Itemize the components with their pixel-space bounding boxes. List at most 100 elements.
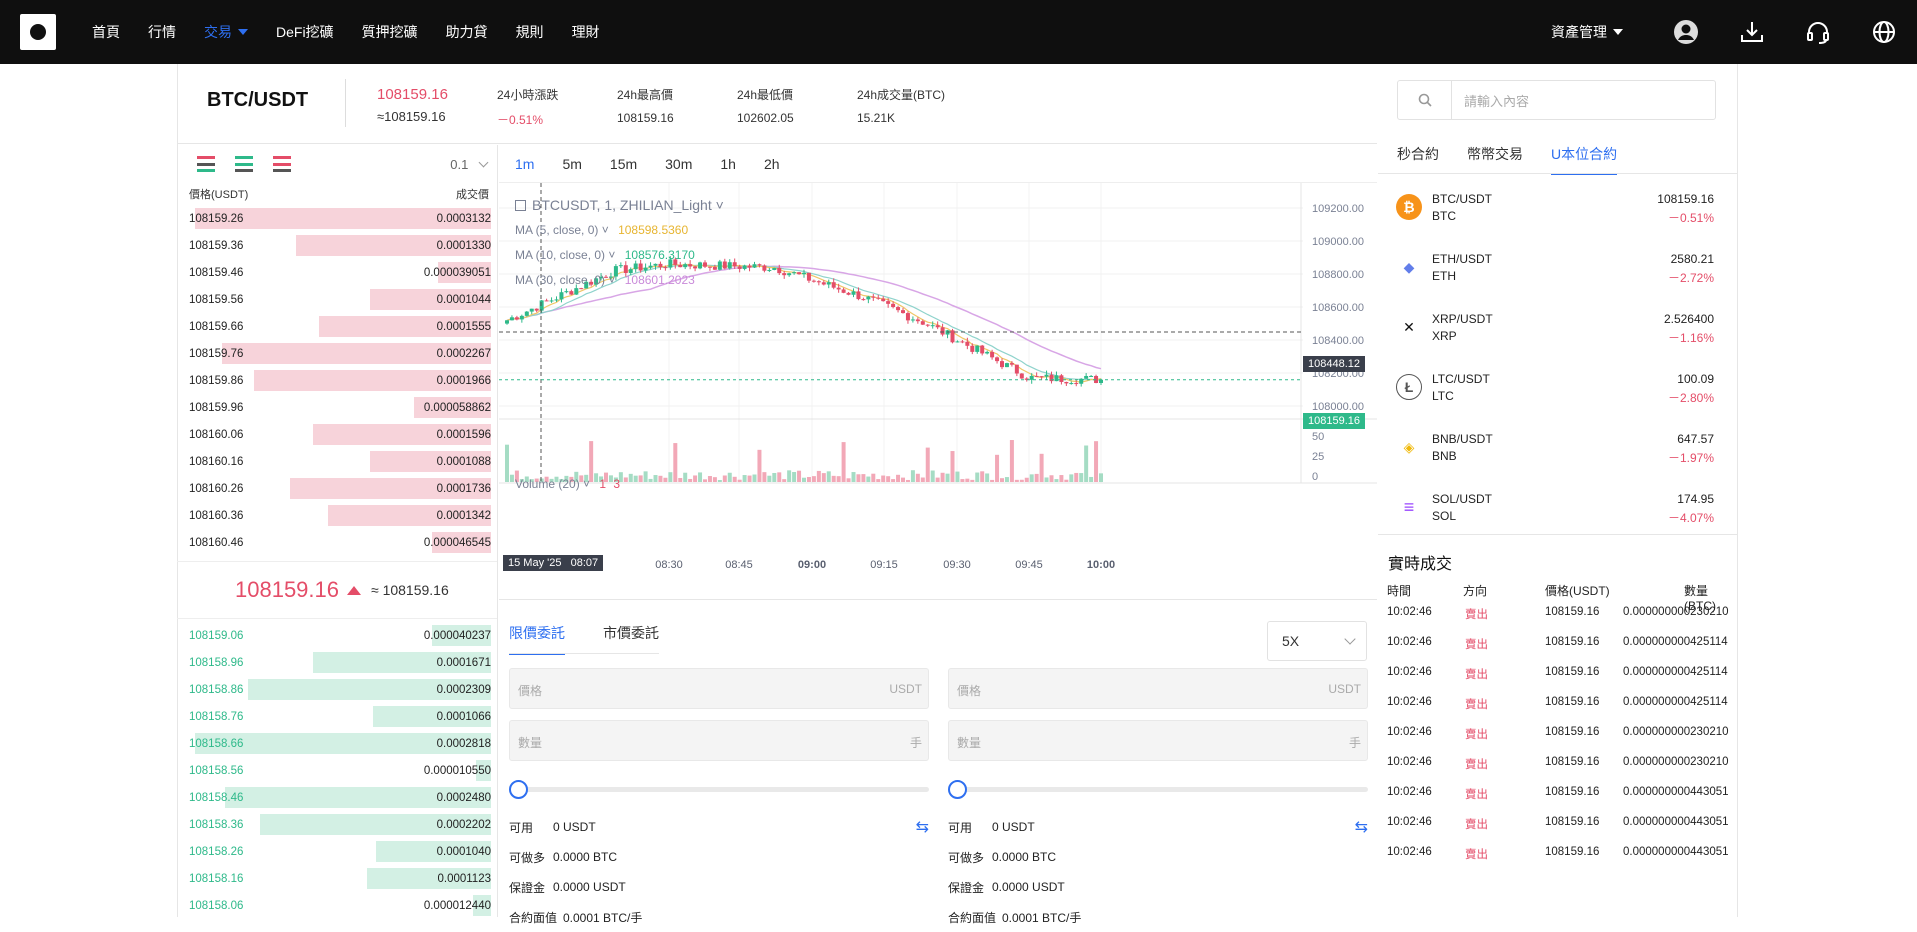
ask-row[interactable]: 108159.66 0.0001555 [177, 313, 497, 340]
bid-row[interactable]: 108158.66 0.0002818 [177, 730, 497, 757]
volume-bar [633, 475, 638, 482]
stat-high: 24h最高價 108159.16 [617, 86, 674, 125]
tab-limit-order[interactable]: 限價委託 [509, 623, 565, 655]
row-qty: 0.0001966 [436, 374, 491, 387]
transfer-icon[interactable]: ⇆ [1355, 817, 1368, 837]
tab-second-contract[interactable]: 秒合約 [1397, 144, 1439, 175]
ask-row[interactable]: 108159.36 0.0001330 [177, 232, 497, 259]
ma30-legend[interactable]: MA (30, close, 0) ˅ 108601.2023 [515, 273, 695, 287]
buy-qty-input[interactable]: 數量 手 [509, 720, 929, 761]
sell-face-value: 合約面值 0.0001 BTC/手 [948, 902, 1368, 932]
market-row-sol[interactable]: ≡ SOL/USDT SOL 174.95 －4.07% [1378, 476, 1738, 536]
interval-1h[interactable]: 1h [720, 156, 736, 172]
ask-row[interactable]: 108159.56 0.0001044 [177, 286, 497, 313]
candle-body [1059, 375, 1064, 382]
ask-row[interactable]: 108160.16 0.0001088 [177, 448, 497, 475]
market-row-ltc[interactable]: Ł LTC/USDT LTC 100.09 －2.80% [1378, 356, 1738, 416]
ask-row[interactable]: 108159.26 0.0003132 [177, 205, 497, 232]
ask-row[interactable]: 108159.76 0.0002267 [177, 340, 497, 367]
precision-select[interactable]: 0.1 [450, 157, 489, 172]
volume-bar [757, 449, 762, 482]
nav-markets[interactable]: 行情 [148, 22, 176, 42]
bid-row[interactable]: 108158.16 0.0001123 [177, 865, 497, 892]
bid-row[interactable]: 108158.26 0.0001040 [177, 838, 497, 865]
ask-row[interactable]: 108160.36 0.0001342 [177, 502, 497, 529]
nav-loan[interactable]: 助力貸 [446, 22, 488, 42]
user-icon[interactable] [1653, 0, 1719, 64]
bid-row[interactable]: 108159.06 0.000040237 [177, 622, 497, 649]
col-price: 價格(USDT) [1545, 584, 1610, 598]
pair-title[interactable]: BTC/USDT [207, 89, 308, 112]
buy-price-input[interactable]: 價格 USDT [509, 668, 929, 709]
bid-row[interactable]: 108158.86 0.0002309 [177, 676, 497, 703]
ma10-value: 108576.3170 [624, 248, 695, 262]
nav-finance[interactable]: 理財 [572, 22, 600, 42]
book-asks-icon[interactable] [273, 156, 291, 172]
market-row-bnb[interactable]: ◈ BNB/USDT BNB 647.57 －1.97% [1378, 416, 1738, 476]
bid-row[interactable]: 108158.96 0.0001671 [177, 649, 497, 676]
nav-home[interactable]: 首頁 [92, 22, 120, 42]
ask-row[interactable]: 108159.86 0.0001966 [177, 367, 497, 394]
candle-body [777, 267, 782, 274]
interval-1m[interactable]: 1m [515, 156, 534, 172]
volume-bar [831, 475, 836, 482]
bid-row[interactable]: 108158.46 0.0002480 [177, 784, 497, 811]
xrp-icon: ✕ [1396, 314, 1422, 340]
candlestick-chart[interactable]: 109200.00 109000.00 108800.00 108600.00 1084… [499, 183, 1377, 600]
collapse-icon[interactable] [515, 200, 526, 211]
slider-handle[interactable] [509, 780, 528, 799]
book-both-icon[interactable] [197, 156, 215, 172]
ask-row[interactable]: 108160.46 0.000046545 [177, 529, 497, 556]
nav-trade[interactable]: 交易 [204, 22, 248, 42]
ask-row[interactable]: 108159.46 0.000039051 [177, 259, 497, 286]
globe-icon[interactable] [1851, 0, 1917, 64]
tab-market-order[interactable]: 市價委託 [603, 623, 659, 655]
orderbook-toolbar: 0.1 [177, 145, 497, 183]
interval-2h[interactable]: 2h [764, 156, 780, 172]
chart-symbol[interactable]: BTCUSDT, 1, ZHILIAN_Light ˅ [515, 197, 724, 213]
book-bids-icon[interactable] [235, 156, 253, 172]
ma5-legend[interactable]: MA (5, close, 0) ˅ 108598.5360 [515, 223, 688, 237]
interval-15m[interactable]: 15m [610, 156, 637, 172]
sell-price-input[interactable]: 價格 USDT [948, 668, 1368, 709]
slider-handle[interactable] [948, 780, 967, 799]
market-search[interactable]: 請輸入內容 [1397, 80, 1716, 120]
nav-staking[interactable]: 質押挖礦 [362, 22, 418, 42]
time-tick: 08:45 [725, 559, 753, 571]
candle-body [1034, 375, 1039, 377]
headset-icon[interactable] [1785, 0, 1851, 64]
nav-defi-mining[interactable]: DeFi挖礦 [276, 22, 334, 42]
nav-rules[interactable]: 規則 [516, 22, 544, 42]
download-icon[interactable] [1719, 0, 1785, 64]
bid-row[interactable]: 108158.06 0.000012440 [177, 892, 497, 919]
ask-row[interactable]: 108160.06 0.0001596 [177, 421, 497, 448]
bid-row[interactable]: 108158.76 0.0001066 [177, 703, 497, 730]
sell-qty-input[interactable]: 數量 手 [948, 720, 1368, 761]
market-row-eth[interactable]: ◆ ETH/USDT ETH 2580.21 －2.72% [1378, 236, 1738, 296]
bid-row[interactable]: 108158.36 0.0002202 [177, 811, 497, 838]
interval-5m[interactable]: 5m [562, 156, 581, 172]
row-qty: 0.000039051 [423, 266, 491, 279]
sell-amount-slider[interactable] [948, 772, 1368, 806]
market-base: ETH [1432, 269, 1456, 283]
candle-body [831, 282, 836, 288]
asset-menu[interactable]: 資產管理 [1551, 22, 1623, 42]
market-change: －0.51% [1667, 211, 1714, 225]
transfer-icon[interactable]: ⇆ [916, 817, 929, 837]
row-price: 108159.56 [189, 293, 244, 306]
tab-usdt-futures[interactable]: U本位合約 [1551, 144, 1618, 175]
bid-row[interactable]: 108158.56 0.000010550 [177, 757, 497, 784]
ma10-legend[interactable]: MA (10, close, 0) ˅ 108576.3170 [515, 248, 695, 262]
leverage-select[interactable]: 5X [1267, 621, 1367, 661]
buy-amount-slider[interactable] [509, 772, 929, 806]
volume-legend[interactable]: Volume (20) ˅ 1 3 [515, 477, 620, 491]
tab-spot[interactable]: 幣幣交易 [1467, 144, 1523, 175]
interval-30m[interactable]: 30m [665, 156, 692, 172]
ask-row[interactable]: 108160.26 0.0001736 [177, 475, 497, 502]
ask-row[interactable]: 108159.96 0.000058862 [177, 394, 497, 421]
market-row-btc[interactable]: ₿ BTC/USDT BTC 108159.16 －0.51% [1378, 176, 1738, 236]
candle-body [663, 267, 668, 269]
market-row-xrp[interactable]: ✕ XRP/USDT XRP 2.526400 －1.16% [1378, 296, 1738, 356]
brand-logo[interactable] [20, 14, 56, 50]
candle-body [816, 281, 821, 283]
